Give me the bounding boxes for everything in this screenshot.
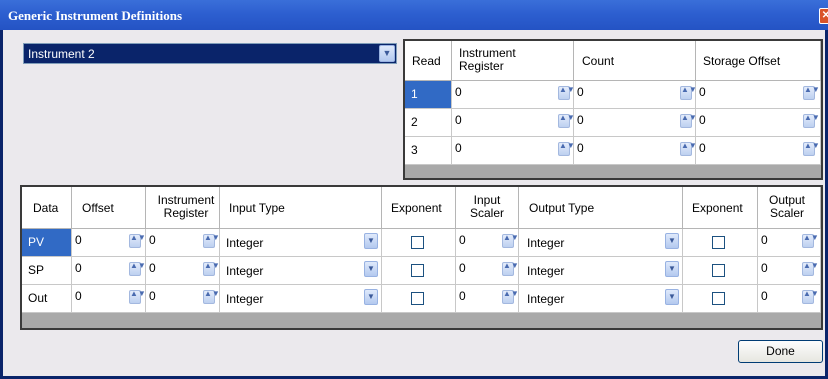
read-row-header[interactable]: 2: [405, 109, 452, 137]
spinner-updown-icon[interactable]: ▲▼: [203, 234, 220, 248]
data-table-header-output-scaler: Output Scaler: [758, 187, 821, 229]
chevron-down-icon[interactable]: ▼: [379, 45, 395, 62]
data-table-header-exponent-out: Exponent: [683, 187, 758, 229]
data-table: Data Offset Instrument Register Input Ty…: [20, 185, 823, 330]
count-stepper[interactable]: 0 ▲▼: [574, 109, 697, 137]
output-scaler-stepper[interactable]: 0 ▲▼: [758, 257, 821, 285]
output-scaler-stepper[interactable]: 0 ▲▼: [758, 285, 821, 313]
data-row-header[interactable]: PV: [22, 229, 72, 257]
register-stepper[interactable]: 0 ▲▼: [146, 257, 220, 285]
read-table-header-count: Count: [574, 41, 696, 81]
data-table-header-output-type: Output Type: [519, 187, 683, 229]
exponent-cell: [382, 285, 456, 313]
window-title: Generic Instrument Definitions: [8, 8, 183, 23]
spinner-updown-icon[interactable]: ▲▼: [203, 262, 220, 276]
count-stepper[interactable]: 0 ▲▼: [574, 81, 697, 109]
storage-offset-stepper[interactable]: 0 ▲▼: [696, 81, 821, 109]
instrument-select[interactable]: Instrument 2 ▼: [23, 43, 397, 64]
spinner-updown-icon[interactable]: ▲▼: [129, 234, 146, 248]
chevron-down-icon[interactable]: ▼: [665, 261, 679, 277]
spinner-updown-icon[interactable]: ▲▼: [680, 114, 697, 128]
spinner-updown-icon[interactable]: ▲▼: [502, 290, 519, 304]
data-table-header-exponent: Exponent: [382, 187, 456, 229]
input-type-select[interactable]: Integer ▼: [220, 285, 382, 313]
spinner-updown-icon[interactable]: ▲▼: [680, 142, 697, 156]
output-scaler-stepper[interactable]: 0 ▲▼: [758, 229, 821, 257]
exponent-out-cell: [683, 257, 758, 285]
title-bar[interactable]: Generic Instrument Definitions ✕: [0, 0, 828, 30]
spinner-updown-icon[interactable]: ▲▼: [803, 142, 820, 156]
read-row-header[interactable]: 1: [405, 81, 452, 109]
data-table-header-offset: Offset: [72, 187, 146, 229]
exponent-checkbox[interactable]: [411, 292, 424, 305]
output-type-select[interactable]: Integer ▼: [519, 229, 683, 257]
data-row-header[interactable]: SP: [22, 257, 72, 285]
register-stepper[interactable]: 0 ▲▼: [452, 137, 575, 165]
exponent-checkbox[interactable]: [411, 236, 424, 249]
instrument-select-value: Instrument 2: [28, 47, 95, 61]
data-table-header-input-scaler: Input Scaler: [456, 187, 519, 229]
input-scaler-stepper[interactable]: 0 ▲▼: [456, 257, 519, 285]
read-table-header-register: Instrument Register: [452, 41, 574, 81]
register-stepper[interactable]: 0 ▲▼: [452, 109, 575, 137]
exponent-cell: [382, 257, 456, 285]
read-row-header[interactable]: 3: [405, 137, 452, 165]
offset-stepper[interactable]: 0 ▲▼: [72, 285, 146, 313]
read-table-header-storage-offset: Storage Offset: [696, 41, 821, 81]
spinner-updown-icon[interactable]: ▲▼: [802, 234, 819, 248]
read-table-header-read: Read: [405, 41, 452, 81]
spinner-updown-icon[interactable]: ▲▼: [802, 290, 819, 304]
data-table-header-input-type: Input Type: [220, 187, 382, 229]
exponent-out-checkbox[interactable]: [712, 236, 725, 249]
register-stepper[interactable]: 0 ▲▼: [146, 229, 220, 257]
done-button[interactable]: Done: [738, 340, 823, 363]
input-type-select[interactable]: Integer ▼: [220, 229, 382, 257]
spinner-updown-icon[interactable]: ▲▼: [680, 86, 697, 100]
spinner-updown-icon[interactable]: ▲▼: [558, 86, 575, 100]
input-scaler-stepper[interactable]: 0 ▲▼: [456, 285, 519, 313]
spinner-updown-icon[interactable]: ▲▼: [803, 86, 820, 100]
close-icon[interactable]: ✕: [819, 8, 828, 24]
read-table: Read Instrument Register Count Storage O…: [403, 39, 823, 180]
storage-offset-stepper[interactable]: 0 ▲▼: [696, 109, 821, 137]
offset-stepper[interactable]: 0 ▲▼: [72, 229, 146, 257]
register-stepper[interactable]: 0 ▲▼: [452, 81, 575, 109]
output-type-select[interactable]: Integer ▼: [519, 257, 683, 285]
input-scaler-stepper[interactable]: 0 ▲▼: [456, 229, 519, 257]
exponent-cell: [382, 229, 456, 257]
spinner-updown-icon[interactable]: ▲▼: [558, 114, 575, 128]
chevron-down-icon[interactable]: ▼: [665, 233, 679, 249]
chevron-down-icon[interactable]: ▼: [364, 233, 378, 249]
spinner-updown-icon[interactable]: ▲▼: [802, 262, 819, 276]
spinner-updown-icon[interactable]: ▲▼: [558, 142, 575, 156]
spinner-updown-icon[interactable]: ▲▼: [203, 290, 220, 304]
output-type-select[interactable]: Integer ▼: [519, 285, 683, 313]
spinner-updown-icon[interactable]: ▲▼: [129, 262, 146, 276]
dialog-body: Instrument 2 ▼ Read Instrument Register …: [3, 30, 825, 376]
chevron-down-icon[interactable]: ▼: [665, 289, 679, 305]
spinner-updown-icon[interactable]: ▲▼: [502, 262, 519, 276]
spinner-updown-icon[interactable]: ▲▼: [502, 234, 519, 248]
data-table-header-register: Instrument Register: [146, 187, 220, 229]
data-table-header-data: Data: [22, 187, 72, 229]
exponent-checkbox[interactable]: [411, 264, 424, 277]
storage-offset-stepper[interactable]: 0 ▲▼: [696, 137, 821, 165]
exponent-out-checkbox[interactable]: [712, 264, 725, 277]
spinner-updown-icon[interactable]: ▲▼: [129, 290, 146, 304]
spinner-updown-icon[interactable]: ▲▼: [803, 114, 820, 128]
exponent-out-cell: [683, 229, 758, 257]
dialog-window: Generic Instrument Definitions ✕ Instrum…: [0, 0, 828, 379]
exponent-out-cell: [683, 285, 758, 313]
exponent-out-checkbox[interactable]: [712, 292, 725, 305]
data-row-header[interactable]: Out: [22, 285, 72, 313]
count-stepper[interactable]: 0 ▲▼: [574, 137, 697, 165]
register-stepper[interactable]: 0 ▲▼: [146, 285, 220, 313]
offset-stepper[interactable]: 0 ▲▼: [72, 257, 146, 285]
chevron-down-icon[interactable]: ▼: [364, 261, 378, 277]
chevron-down-icon[interactable]: ▼: [364, 289, 378, 305]
input-type-select[interactable]: Integer ▼: [220, 257, 382, 285]
